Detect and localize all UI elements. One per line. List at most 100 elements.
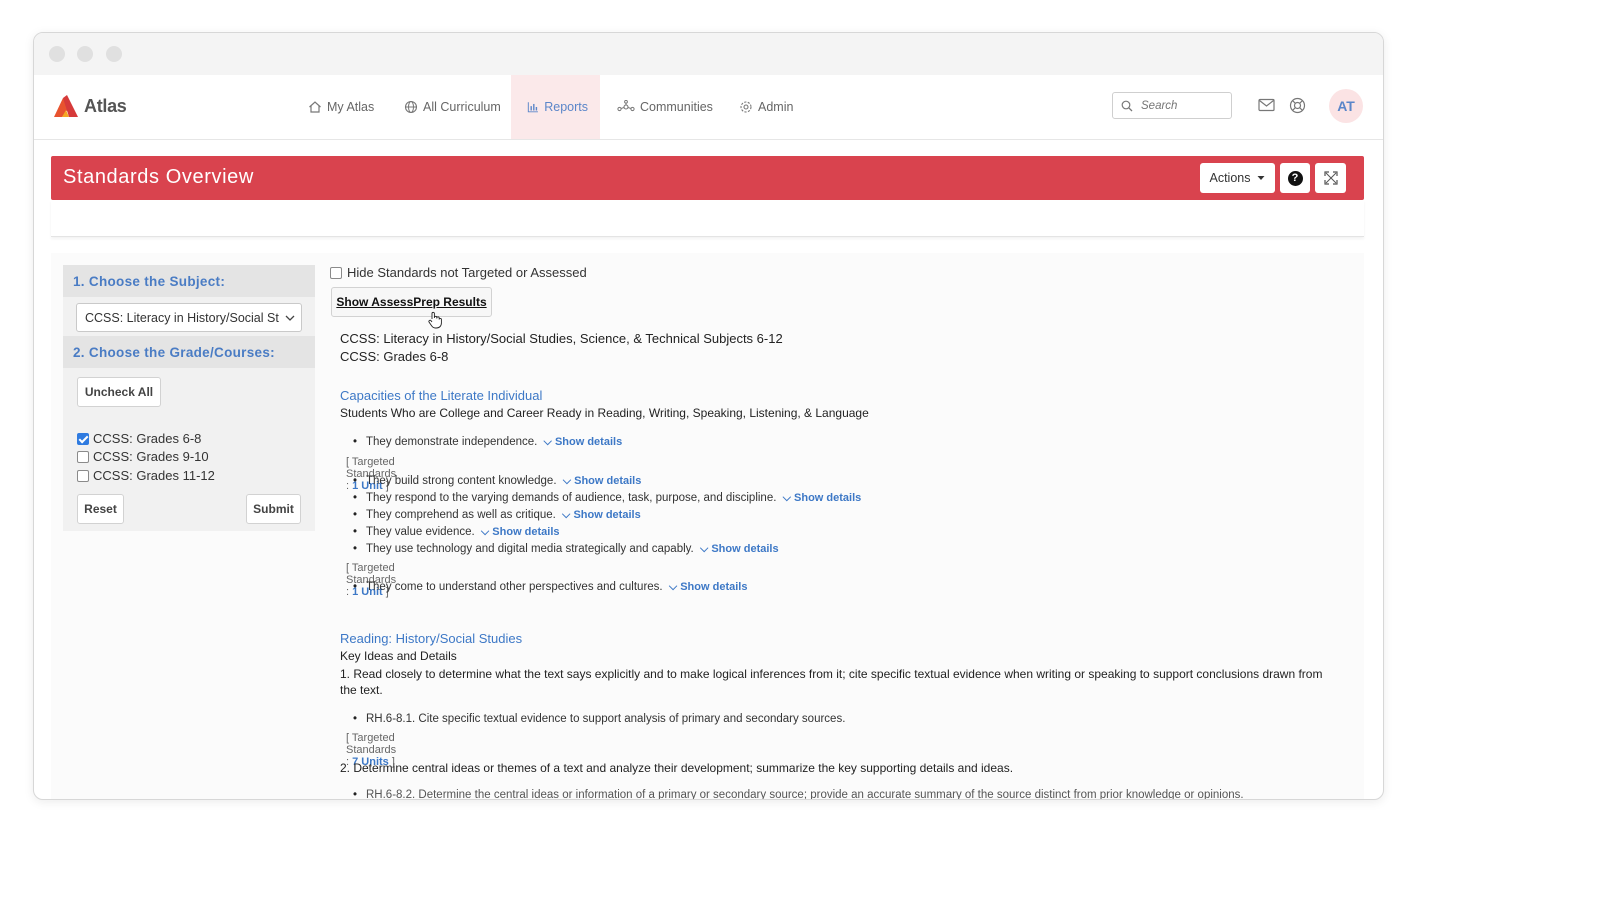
show-details-link[interactable]: ⌵ Show details	[481, 526, 560, 538]
standard-item: RH.6-8.1. Cite specific textual evidence…	[353, 713, 845, 725]
show-details-link[interactable]: ⌵ Show details	[700, 543, 779, 555]
capacity-item-text: They use technology and digital media st…	[366, 543, 694, 555]
nav-my-atlas-label: My Atlas	[327, 100, 375, 114]
capacity-item-text: They comprehend as well as critique.	[366, 509, 556, 521]
user-avatar[interactable]: AT	[1329, 89, 1363, 123]
nav-admin-label: Admin	[758, 100, 794, 114]
grade-label-11-12: CCSS: Grades 11-12	[93, 468, 215, 483]
show-details-label: Show details	[574, 475, 642, 487]
gear-icon	[740, 101, 752, 113]
page-title: Standards Overview	[63, 166, 254, 188]
standard-2-text: 2. Determine central ideas or themes of …	[340, 761, 1014, 775]
standard-item: RH.6-8.2. Determine the central ideas or…	[353, 789, 1244, 799]
hide-standards-checkbox[interactable]	[330, 266, 342, 279]
nav-all-curriculum[interactable]: All Curriculum	[392, 75, 513, 139]
grade-label-6-8: CCSS: Grades 6-8	[93, 431, 202, 446]
nav-reports[interactable]: Reports	[511, 75, 600, 139]
section-capacities-title[interactable]: Capacities of the Literate Individual	[340, 388, 542, 403]
nav-my-atlas[interactable]: My Atlas	[296, 75, 386, 139]
hide-standards-toggle[interactable]: Hide Standards not Targeted or Assessed	[330, 265, 587, 280]
window-titlebar	[34, 33, 1383, 76]
section-capacities-subtitle: Students Who are College and Career Read…	[340, 406, 869, 420]
grade-option-6-8[interactable]: CCSS: Grades 6-8	[77, 431, 201, 446]
show-details-label: Show details	[794, 492, 862, 504]
page-header: Standards Overview Actions ?	[51, 156, 1364, 200]
capacity-item: They respond to the varying demands of a…	[353, 492, 862, 505]
show-details-link[interactable]: ⌵ Show details	[563, 475, 642, 487]
grade-checkbox-11-12[interactable]	[77, 469, 89, 482]
actions-label: Actions	[1209, 171, 1251, 185]
uncheck-all-button[interactable]: Uncheck All	[77, 377, 161, 407]
grade-option-9-10[interactable]: CCSS: Grades 9-10	[77, 449, 209, 464]
show-details-label: Show details	[680, 581, 748, 593]
window-minimize-dot[interactable]	[77, 46, 93, 62]
logo-text: Atlas	[84, 95, 127, 116]
header-subband	[51, 200, 1364, 237]
expand-icon	[1323, 171, 1338, 185]
grade-heading: 2. Choose the Grade/Courses:	[63, 336, 315, 368]
capacity-item: They build strong content knowledge. ⌵ S…	[353, 475, 642, 488]
question-icon: ?	[1287, 170, 1303, 186]
nav-reports-label: Reports	[544, 100, 588, 114]
capacity-item: They use technology and digital media st…	[353, 543, 779, 556]
show-details-label: Show details	[573, 509, 641, 521]
chevron-down-icon	[285, 315, 295, 321]
window-maximize-dot[interactable]	[106, 46, 122, 62]
capacity-item-text: They value evidence.	[366, 526, 475, 538]
caret-down-icon	[1257, 176, 1264, 180]
grade-line: CCSS: Grades 6-8	[340, 349, 449, 364]
nav-communities-label: Communities	[640, 100, 713, 114]
nav-all-curriculum-label: All Curriculum	[423, 100, 501, 114]
help-button[interactable]: ?	[1280, 163, 1310, 193]
grade-checkbox-6-8[interactable]	[77, 432, 89, 445]
mail-icon[interactable]	[1258, 98, 1275, 117]
fullscreen-button[interactable]	[1315, 163, 1346, 193]
capacity-item-text: They respond to the varying demands of a…	[366, 492, 777, 504]
show-details-label: Show details	[711, 543, 779, 555]
browser-window: Atlas My Atlas All Curriculum Reports Co…	[33, 32, 1384, 800]
subject-line: CCSS: Literacy in History/Social Studies…	[340, 331, 783, 346]
network-icon	[617, 100, 635, 112]
window-close-dot[interactable]	[49, 46, 65, 62]
hide-standards-label: Hide Standards not Targeted or Assessed	[347, 265, 587, 280]
show-assessprep-button[interactable]: Show AssessPrep Results	[331, 287, 492, 317]
show-details-link[interactable]: ⌵ Show details	[669, 581, 748, 593]
grade-option-11-12[interactable]: CCSS: Grades 11-12	[77, 468, 215, 483]
capacity-item: They demonstrate independence. ⌵ Show de…	[353, 436, 623, 449]
show-details-link[interactable]: ⌵ Show details	[562, 509, 641, 521]
subject-heading: 1. Choose the Subject:	[63, 265, 315, 297]
search-box[interactable]	[1112, 92, 1232, 119]
search-input[interactable]	[1139, 98, 1223, 113]
actions-dropdown-button[interactable]: Actions	[1200, 163, 1275, 193]
capacity-item-text: They demonstrate independence.	[366, 436, 538, 448]
nav-admin[interactable]: Admin	[727, 75, 805, 139]
subject-select-value: CCSS: Literacy in History/Social St	[85, 310, 279, 325]
reset-button[interactable]: Reset	[77, 494, 124, 524]
grade-label-9-10: CCSS: Grades 9-10	[93, 449, 209, 464]
submit-button[interactable]: Submit	[246, 494, 301, 524]
atlas-logo[interactable]: Atlas	[54, 95, 127, 117]
show-details-link[interactable]: ⌵ Show details	[544, 436, 623, 448]
atlas-logo-icon	[54, 95, 78, 117]
bar-chart-icon	[527, 102, 538, 113]
standard-1-text: 1. Read closely to determine what the te…	[340, 667, 1323, 697]
capacity-item: They come to understand other perspectiv…	[353, 581, 748, 594]
subject-select[interactable]: CCSS: Literacy in History/Social St	[76, 303, 302, 332]
hand-cursor-icon	[428, 311, 442, 329]
home-icon	[309, 101, 321, 113]
nav-communities[interactable]: Communities	[605, 75, 725, 139]
globe-icon	[404, 100, 418, 114]
capacity-item: They value evidence. ⌵ Show details	[353, 526, 560, 539]
grade-checkbox-9-10[interactable]	[77, 450, 89, 463]
help-lifebuoy-icon[interactable]	[1289, 97, 1306, 119]
capacity-item-text: They build strong content knowledge.	[366, 475, 557, 487]
show-details-label: Show details	[492, 526, 560, 538]
section-reading-title[interactable]: Reading: History/Social Studies	[340, 631, 522, 646]
search-icon	[1121, 100, 1133, 111]
show-details-label: Show details	[554, 436, 623, 448]
top-navbar: Atlas My Atlas All Curriculum Reports Co…	[34, 75, 1383, 140]
capacity-item: They comprehend as well as critique. ⌵ S…	[353, 509, 641, 522]
show-details-link[interactable]: ⌵ Show details	[783, 492, 862, 504]
filter-sidebar: 1. Choose the Subject: CCSS: Literacy in…	[63, 265, 315, 531]
section-reading-subtitle: Key Ideas and Details	[340, 649, 457, 663]
